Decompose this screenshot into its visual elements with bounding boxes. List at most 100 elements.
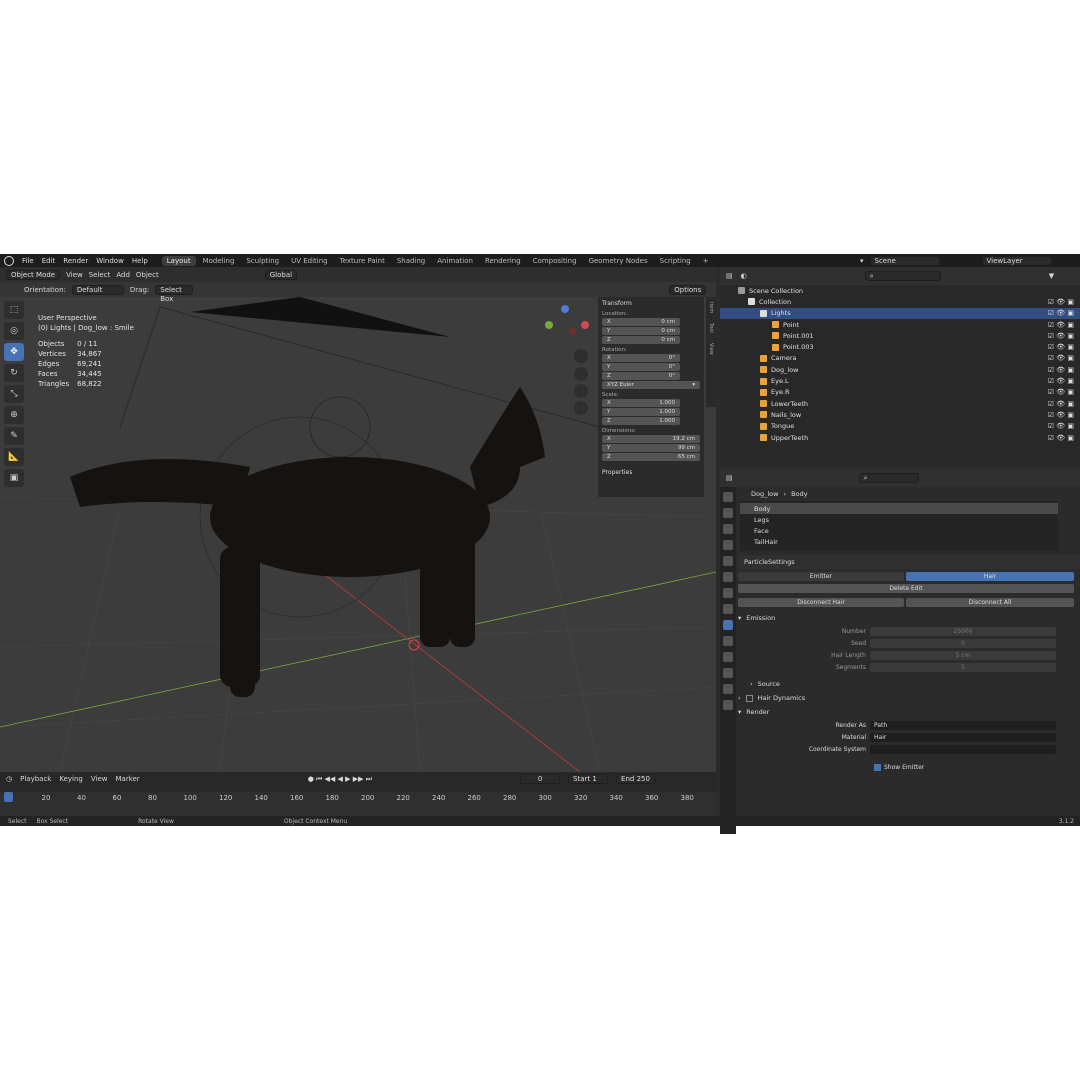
dimensions-field[interactable]: Z 65 cm xyxy=(602,453,700,461)
visibility-toggles[interactable]: ☑ 👁 ▣ xyxy=(1048,309,1074,317)
visibility-toggles[interactable]: ☑ 👁 ▣ xyxy=(1048,411,1074,419)
visibility-toggles[interactable]: ☑ 👁 ▣ xyxy=(1048,434,1074,442)
dimensions-field[interactable]: Y 99 cm xyxy=(602,444,700,452)
outliner-item[interactable]: Tongue ☑ 👁 ▣ xyxy=(720,421,1080,432)
object-menu[interactable]: Object xyxy=(136,271,159,279)
tab-tool[interactable]: Tool xyxy=(708,323,714,333)
select-tool-icon[interactable]: ⬚ xyxy=(4,301,24,319)
visibility-toggles[interactable]: ☑ 👁 ▣ xyxy=(1048,354,1074,362)
source-subpanel[interactable]: › Source xyxy=(738,677,1080,691)
filter-icon[interactable]: ▼ xyxy=(1049,272,1054,280)
add-menu[interactable]: Add xyxy=(116,271,130,279)
playhead[interactable] xyxy=(4,792,13,802)
scene-icon[interactable]: ▾ xyxy=(860,257,864,265)
particle-system-item[interactable]: Body xyxy=(740,503,1058,514)
scene-field[interactable]: Scene xyxy=(869,255,940,266)
tab-workspace[interactable]: Geometry Nodes xyxy=(584,256,653,266)
tab-workspace[interactable]: Shading xyxy=(392,256,430,266)
location-field[interactable]: X0 cm xyxy=(602,318,680,326)
tab-workspace[interactable]: Rendering xyxy=(480,256,526,266)
playback-menu[interactable]: Playback xyxy=(20,775,51,783)
display-mode-icon[interactable]: ◐ xyxy=(741,272,747,280)
tab-workspace[interactable]: Sculpting xyxy=(241,256,284,266)
blender-logo-icon[interactable] xyxy=(4,255,14,266)
number-field[interactable]: 25000 xyxy=(870,626,1056,636)
dimensions-field[interactable]: X 19.2 cm xyxy=(602,435,700,443)
editor-type-icon-props[interactable]: ▤ xyxy=(726,474,733,482)
rotation-field[interactable]: Z 0° xyxy=(602,372,680,380)
visibility-toggles[interactable]: ☑ 👁 ▣ xyxy=(1048,377,1074,385)
tab-view[interactable]: View xyxy=(708,343,714,355)
hair-dynamics-panel[interactable]: › Hair Dynamics xyxy=(738,691,1080,705)
visibility-toggles[interactable]: ☑ 👁 ▣ xyxy=(1048,321,1074,329)
menu-file[interactable]: File xyxy=(22,257,34,265)
seed-field[interactable]: 0 xyxy=(870,638,1056,648)
object-mode-dropdown[interactable]: Object Mode xyxy=(6,269,61,280)
delete-edit-button[interactable]: Delete Edit xyxy=(738,584,1074,593)
tab-workspace[interactable]: UV Editing xyxy=(286,256,333,266)
emission-panel-header[interactable]: ▾ Emission xyxy=(738,611,1080,625)
outliner-item[interactable]: Point ☑ 👁 ▣ xyxy=(720,319,1080,330)
location-field[interactable]: Z0 cm xyxy=(602,336,680,344)
visibility-toggles[interactable]: ☑ 👁 ▣ xyxy=(1048,332,1074,340)
view-layer-field[interactable]: ViewLayer xyxy=(981,255,1052,266)
outliner-search-input[interactable]: ⌕ xyxy=(864,271,941,281)
output-tab-icon[interactable] xyxy=(723,524,733,534)
outliner-item[interactable]: Point.001 ☑ 👁 ▣ xyxy=(720,330,1080,341)
particle-system-item[interactable]: Face xyxy=(740,525,1058,536)
render-panel-header[interactable]: ▾ Render xyxy=(738,705,1080,719)
view-layer-tab-icon[interactable] xyxy=(723,540,733,550)
particle-settings-field[interactable]: ParticleSettings xyxy=(738,555,1080,569)
outliner-item[interactable]: Eye.R ☑ 👁 ▣ xyxy=(720,387,1080,398)
outliner-item[interactable]: Collection ☑ 👁 ▣ xyxy=(720,296,1080,307)
menu-window[interactable]: Window xyxy=(96,257,124,265)
menu-edit[interactable]: Edit xyxy=(42,257,56,265)
rotation-mode-dropdown[interactable]: XYZ Euler ▾ xyxy=(602,381,700,389)
data-tab-icon[interactable] xyxy=(723,668,733,678)
visibility-toggles[interactable]: ☑ 👁 ▣ xyxy=(1048,343,1074,351)
show-emitter-checkbox[interactable] xyxy=(874,763,881,771)
outliner-item[interactable]: UpperTeeth ☑ 👁 ▣ xyxy=(720,432,1080,443)
particles-tab-icon[interactable] xyxy=(723,620,733,630)
material-dropdown[interactable]: Hair xyxy=(870,732,1056,742)
render-tab-icon[interactable] xyxy=(723,508,733,518)
particle-system-item[interactable]: TailHair xyxy=(740,536,1058,547)
playback-controls[interactable]: ● ⏮ ◀◀ ◀ ▶ ▶▶ ⏭ xyxy=(308,775,372,784)
properties-search-input[interactable]: ⌕ xyxy=(858,473,919,483)
cursor-tool-icon[interactable]: ◎ xyxy=(4,322,24,340)
view-menu-timeline[interactable]: View xyxy=(91,775,108,783)
visibility-toggles[interactable]: ☑ 👁 ▣ xyxy=(1048,298,1074,306)
tab-workspace[interactable]: + xyxy=(698,256,714,266)
outliner-item[interactable]: Camera ☑ 👁 ▣ xyxy=(720,353,1080,364)
outliner-item[interactable]: Dog_low ☑ 👁 ▣ xyxy=(720,364,1080,375)
visibility-toggles[interactable]: ☑ 👁 ▣ xyxy=(1048,400,1074,408)
transform-orientation-dropdown[interactable]: Global xyxy=(264,269,298,280)
outliner-item[interactable]: Eye.L ☑ 👁 ▣ xyxy=(720,375,1080,386)
coordinate-system-field[interactable] xyxy=(870,744,1056,754)
visibility-toggles[interactable]: ☑ 👁 ▣ xyxy=(1048,422,1074,430)
modifier-tab-icon[interactable] xyxy=(723,604,733,614)
scene-collection[interactable]: Scene Collection xyxy=(720,285,1080,296)
outliner-item[interactable]: Lights ☑ 👁 ▣ xyxy=(720,307,1080,319)
rotation-field[interactable]: Y 0° xyxy=(602,363,680,371)
current-frame[interactable]: 0 xyxy=(520,774,561,784)
tab-workspace[interactable]: Scripting xyxy=(655,256,696,266)
end-frame[interactable]: End 250 xyxy=(616,774,657,784)
scene-tab-icon[interactable] xyxy=(723,556,733,566)
visibility-toggles[interactable]: ☑ 👁 ▣ xyxy=(1048,388,1074,396)
visibility-toggles[interactable]: ☑ 👁 ▣ xyxy=(1048,366,1074,374)
tool-tab-icon[interactable] xyxy=(723,492,733,502)
tab-workspace[interactable]: Layout xyxy=(161,255,196,266)
start-frame[interactable]: Start 1 xyxy=(568,774,609,784)
transform-header[interactable]: Transform xyxy=(602,300,700,307)
disconnect-all-button[interactable]: Disconnect All xyxy=(906,598,1074,607)
timeline[interactable]: ◷ Playback Keying View Marker ● ⏮ ◀◀ ◀ ▶… xyxy=(0,772,716,816)
move-tool-icon[interactable]: ✥ xyxy=(4,343,24,361)
select-menu[interactable]: Select xyxy=(89,271,111,279)
hair-button[interactable]: Hair xyxy=(906,572,1074,581)
render-as-dropdown[interactable]: Path xyxy=(870,720,1056,730)
tab-item[interactable]: Item xyxy=(708,302,714,313)
outliner-item[interactable]: Point.003 ☑ 👁 ▣ xyxy=(720,341,1080,352)
scale-field[interactable]: X 1.000 xyxy=(602,399,680,407)
marker-menu[interactable]: Marker xyxy=(115,775,139,783)
